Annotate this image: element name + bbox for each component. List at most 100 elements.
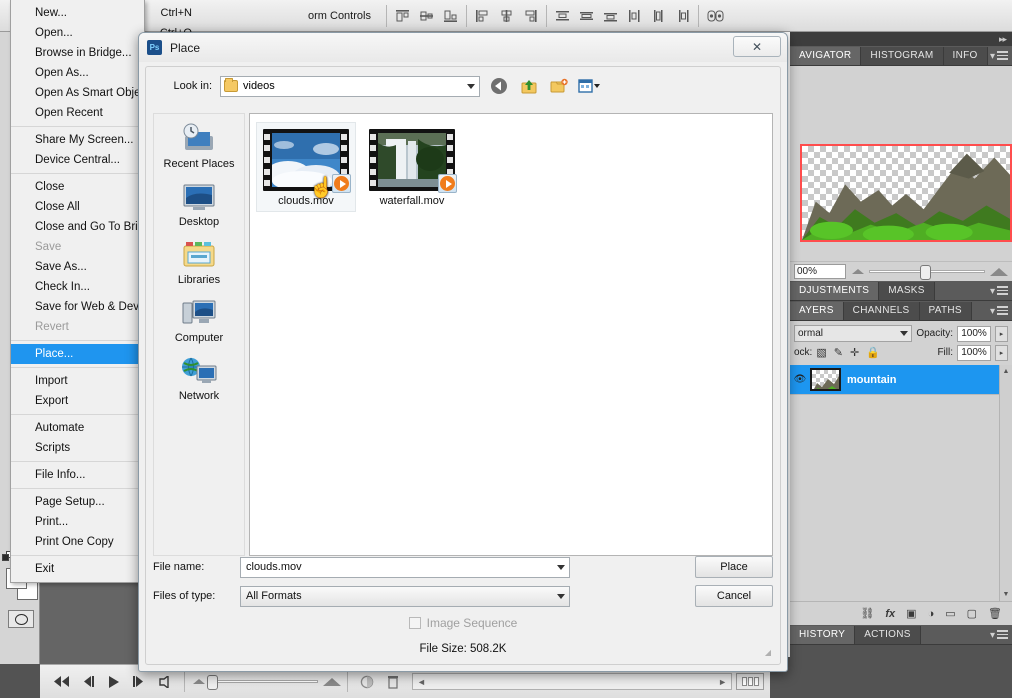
menu-item-close-all[interactable]: Close All (11, 197, 144, 217)
menu-item-open-as-smart-object[interactable]: Open As Smart Object... (11, 83, 159, 103)
distribute-top-edges-icon[interactable] (554, 8, 571, 24)
menu-item-open-recent[interactable]: Open Recent (11, 103, 144, 123)
distribute-left-edges-icon[interactable] (626, 8, 643, 24)
menu-item-file-info[interactable]: File Info... (11, 465, 144, 485)
new-layer-icon[interactable]: ▢ (967, 607, 977, 620)
menu-item-close-and-go-to-bridge[interactable]: Close and Go To Bridge... (11, 217, 166, 237)
close-icon[interactable]: ✕ (733, 36, 781, 57)
file-item-waterfall-mov[interactable]: waterfall.mov (362, 122, 462, 212)
dialog-title-bar[interactable]: Ps Place ✕ (139, 33, 787, 62)
tab-adjustments[interactable]: DJUSTMENTS (790, 282, 880, 300)
tab-histogram[interactable]: HISTOGRAM (861, 47, 944, 65)
menu-item-device-central[interactable]: Device Central... (11, 150, 144, 170)
tab-masks[interactable]: MASKS (879, 282, 935, 300)
audio-icon[interactable] (152, 671, 178, 693)
zoom-out-icon[interactable] (852, 269, 864, 274)
add-layer-mask-icon[interactable]: ▣ (906, 607, 916, 620)
opacity-stepper[interactable]: ▸ (995, 325, 1008, 342)
auto-align-layers-icon[interactable] (706, 8, 724, 24)
menu-item-scripts[interactable]: Scripts (11, 438, 144, 458)
file-browser-list[interactable]: ☝ clouds.mov waterfall.mov (249, 113, 773, 556)
delete-keyframes-icon[interactable] (380, 671, 406, 693)
up-one-level-icon[interactable] (518, 75, 540, 97)
panel-menu-icon[interactable]: ▾ (990, 51, 1008, 62)
scroll-left-arrow[interactable]: ◄ (413, 677, 430, 687)
menu-item-save-as[interactable]: Save As... (11, 257, 144, 277)
new-group-icon[interactable]: ▭ (945, 607, 955, 620)
menu-item-automate[interactable]: Automate (11, 418, 144, 438)
select-next-frame-icon[interactable] (126, 671, 152, 693)
cancel-button[interactable]: Cancel (695, 585, 773, 607)
add-layer-style-icon[interactable]: fx (885, 608, 895, 620)
opacity-input[interactable]: 100% (957, 325, 991, 342)
places-item-libraries[interactable]: Libraries (155, 238, 243, 286)
align-left-edges-icon[interactable] (474, 8, 491, 24)
select-first-frame-icon[interactable] (48, 671, 74, 693)
tab-layers[interactable]: AYERS (790, 302, 844, 320)
tab-paths[interactable]: PATHS (919, 302, 972, 320)
tab-actions[interactable]: ACTIONS (855, 626, 921, 644)
new-adjustment-layer-icon[interactable]: ◑ (928, 608, 935, 620)
distribute-vertical-centers-icon[interactable] (578, 8, 595, 24)
lock-transparent-pixels-icon[interactable]: ▧ (816, 346, 826, 359)
animation-view-toggle-icon[interactable] (736, 673, 764, 690)
menu-item-print[interactable]: Print... (11, 512, 144, 532)
edit-in-quick-mask-mode-icon[interactable] (8, 610, 34, 628)
distribute-right-edges-icon[interactable] (674, 8, 691, 24)
chevron-down-icon[interactable] (557, 564, 565, 570)
align-vertical-centers-icon[interactable] (418, 8, 435, 24)
menu-item-page-setup[interactable]: Page Setup... (11, 492, 144, 512)
align-horizontal-centers-icon[interactable] (498, 8, 515, 24)
menu-item-save-for-web-devices[interactable]: Save for Web & Devices... (11, 297, 169, 317)
thumbnail-size-slider[interactable] (193, 675, 341, 690)
slider-track[interactable] (207, 675, 318, 690)
navigator-zoom-input[interactable]: 00% (794, 264, 846, 279)
lock-image-pixels-icon[interactable]: ✎ (834, 346, 843, 359)
menu-item-browse-in-bridge[interactable]: Browse in Bridge... (11, 43, 144, 63)
distribute-horizontal-centers-icon[interactable] (650, 8, 667, 24)
tab-info[interactable]: INFO (943, 47, 988, 65)
menu-item-close[interactable]: Close (11, 177, 144, 197)
scroll-down-arrow[interactable]: ▼ (1000, 588, 1012, 601)
places-item-recent-places[interactable]: Recent Places (155, 122, 243, 170)
align-bottom-edges-icon[interactable] (442, 8, 459, 24)
large-thumbnails-icon[interactable] (323, 677, 341, 686)
slider-knob[interactable] (207, 675, 218, 690)
tab-channels[interactable]: CHANNELS (843, 302, 920, 320)
places-item-network[interactable]: Network (155, 354, 243, 402)
menu-item-exit[interactable]: Exit (11, 559, 144, 579)
menu-item-import[interactable]: Import (11, 371, 144, 391)
layer-visibility-icon[interactable]: 👁 (790, 374, 810, 385)
zoom-slider-track[interactable] (869, 265, 985, 280)
delete-layer-icon[interactable]: 🗑 (988, 607, 1002, 620)
menu-item-new[interactable]: New... Ctrl+N (11, 3, 192, 23)
layers-scrollbar[interactable]: ▲ ▼ (999, 365, 1012, 601)
navigator-zoom-slider[interactable] (852, 265, 1008, 280)
panel-menu-icon[interactable]: ▾ (990, 286, 1008, 297)
views-icon[interactable] (578, 75, 600, 97)
zoom-slider-knob[interactable] (920, 265, 932, 280)
fill-stepper[interactable]: ▸ (995, 344, 1008, 361)
panel-menu-icon[interactable]: ▾ (990, 306, 1008, 317)
new-folder-icon[interactable] (548, 75, 570, 97)
menu-item-place[interactable]: Place... (11, 344, 144, 364)
align-top-edges-icon[interactable] (394, 8, 411, 24)
file-item-clouds-mov[interactable]: ☝ clouds.mov (256, 122, 356, 212)
menu-item-export[interactable]: Export (11, 391, 144, 411)
select-previous-frame-icon[interactable] (74, 671, 100, 693)
navigator-thumbnail[interactable] (800, 144, 1012, 242)
small-thumbnails-icon[interactable] (193, 679, 205, 684)
align-right-edges-icon[interactable] (522, 8, 539, 24)
menu-item-open[interactable]: Open...Ctrl+O (11, 23, 192, 43)
menu-item-open-as[interactable]: Open As... (11, 63, 144, 83)
zoom-in-icon[interactable] (990, 267, 1008, 276)
convert-to-frame-animation-icon[interactable] (354, 671, 380, 693)
places-item-desktop[interactable]: Desktop (155, 180, 243, 228)
menu-item-check-in[interactable]: Check In... (11, 277, 144, 297)
blend-mode-select[interactable]: ormal (794, 325, 913, 342)
back-icon[interactable] (488, 75, 510, 97)
table-row[interactable]: 👁 mountain (790, 365, 1012, 395)
files-of-type-select[interactable]: All Formats (240, 585, 570, 607)
collapse-panels-icon[interactable]: ▸▸ (790, 32, 1012, 46)
timeline-scrollbar[interactable]: ◄ ► (412, 673, 732, 690)
